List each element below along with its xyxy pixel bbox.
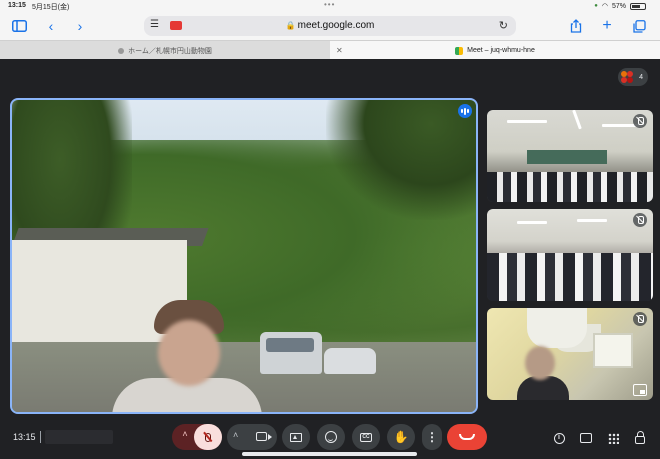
participant-tile-self[interactable] (487, 308, 653, 400)
more-options-button[interactable]: ⋮ (422, 424, 442, 450)
video-car (324, 348, 376, 374)
participant-tile-classroom-1[interactable] (487, 110, 653, 202)
activities-button[interactable] (605, 430, 621, 446)
url-text: meet.google.com (297, 20, 375, 31)
multitasking-dots-icon[interactable]: ••• (324, 0, 335, 9)
ceiling-light (572, 110, 582, 130)
ceiling-light (507, 120, 547, 123)
students-crowd (487, 172, 653, 202)
captions-button[interactable]: CC (352, 424, 380, 450)
status-time: 13:15 (8, 2, 26, 9)
muted-mic-icon (633, 312, 647, 326)
meet-favicon-icon (455, 46, 464, 55)
home-indicator[interactable] (242, 452, 417, 456)
tab-close-icon[interactable]: ✕ (336, 46, 343, 55)
meeting-code-redacted (45, 430, 113, 444)
battery-icon (630, 2, 646, 10)
meeting-clock: 13:15 (13, 432, 36, 442)
wifi-icon: ◠ (601, 3, 608, 10)
tab-zoo-label: ホーム／札幌市円山動物園 (128, 47, 212, 55)
video-trees-right (326, 100, 476, 220)
muted-mic-icon (633, 114, 647, 128)
muted-mic-icon (633, 213, 647, 227)
window (593, 333, 633, 368)
clock-separator (40, 431, 41, 443)
back-icon[interactable]: ‹ (42, 17, 60, 35)
participant-tile-classroom-2[interactable] (487, 209, 653, 301)
url-display[interactable]: 🔒 meet.google.com (144, 20, 516, 31)
info-icon: i (553, 432, 565, 444)
main-video-tile[interactable] (10, 98, 478, 414)
microphone-control: ˄ (172, 424, 222, 450)
chat-button[interactable] (578, 430, 594, 446)
video-presenter (112, 300, 262, 412)
chat-icon (580, 433, 592, 443)
video-van (260, 332, 322, 374)
mic-off-icon (205, 432, 211, 442)
camera-toggle-icon[interactable] (256, 432, 272, 441)
hand-icon: ✋ (393, 430, 409, 444)
presenter-face-blurred (158, 320, 220, 386)
tab-meet-label: Meet – juq-whmu-hne (467, 47, 535, 54)
blackboard (527, 150, 607, 164)
sidebar-toggle-icon[interactable] (10, 17, 28, 35)
participant-count: 4 (639, 73, 643, 81)
tab-bar: ホーム／札幌市円山動物園 ✕ Meet – juq-whmu-hne (0, 40, 660, 60)
ipad-screen: 13:15 5月15日(金) ••• ● ◠ 57% ‹ › ☰ 🔒 meet.g… (0, 0, 660, 459)
emoji-icon (325, 431, 337, 443)
battery-fill (632, 4, 640, 8)
host-controls-button[interactable] (632, 430, 648, 446)
speaking-indicator-icon (458, 104, 472, 118)
ceiling-light (577, 219, 607, 222)
leave-call-button[interactable] (447, 424, 487, 450)
tab-favicon-icon (118, 47, 125, 54)
apps-grid-icon (607, 432, 619, 444)
ceiling-light (517, 221, 547, 224)
status-bar: 13:15 5月15日(金) ••• ● ◠ 57% (0, 0, 660, 12)
hang-up-icon (459, 434, 475, 440)
tab-zoo[interactable]: ホーム／札幌市円山動物園 (0, 41, 330, 60)
tab-meet[interactable]: ✕ Meet – juq-whmu-hne (330, 41, 660, 60)
lock-icon: 🔒 (285, 21, 296, 30)
audio-options-chevron-icon[interactable]: ˄ (178, 429, 192, 439)
present-screen-button[interactable] (282, 424, 310, 450)
camera-control: ˄ (227, 424, 277, 450)
ceiling-duct (527, 308, 587, 348)
reactions-button[interactable] (317, 424, 345, 450)
self-person (517, 346, 569, 400)
more-vert-icon: ⋮ (426, 430, 438, 444)
share-icon[interactable] (567, 17, 585, 35)
forward-icon[interactable]: › (71, 17, 89, 35)
captions-icon: CC (360, 432, 372, 442)
host-lock-icon (635, 431, 645, 444)
location-icon: ● (594, 3, 598, 9)
unmute-button[interactable] (194, 424, 222, 450)
browser-toolbar: ‹ › ☰ 🔒 meet.google.com ↻ + (0, 12, 660, 40)
status-date: 5月15日(金) (32, 4, 70, 11)
self-face-blurred (525, 346, 555, 380)
battery-percent: 57% (611, 2, 626, 10)
tab-overview-icon[interactable] (630, 17, 648, 35)
address-bar[interactable]: ☰ 🔒 meet.google.com ↻ (144, 16, 516, 36)
reload-icon[interactable]: ↻ (499, 19, 508, 32)
participant-avatars-icon (621, 71, 633, 83)
participants-button[interactable]: 4 (618, 68, 648, 86)
picture-in-picture-icon[interactable] (633, 384, 647, 396)
meet-area: 4 13:15 ˄ ˄ CC ✋ ⋮ i (0, 59, 660, 459)
new-tab-icon[interactable]: + (598, 17, 616, 35)
raise-hand-button[interactable]: ✋ (387, 424, 415, 450)
meeting-details-button[interactable]: i (551, 430, 567, 446)
video-options-chevron-icon[interactable]: ˄ (233, 430, 238, 440)
students-crowd (487, 253, 653, 301)
present-icon (290, 432, 302, 442)
status-right: ● ◠ 57% (594, 2, 646, 10)
